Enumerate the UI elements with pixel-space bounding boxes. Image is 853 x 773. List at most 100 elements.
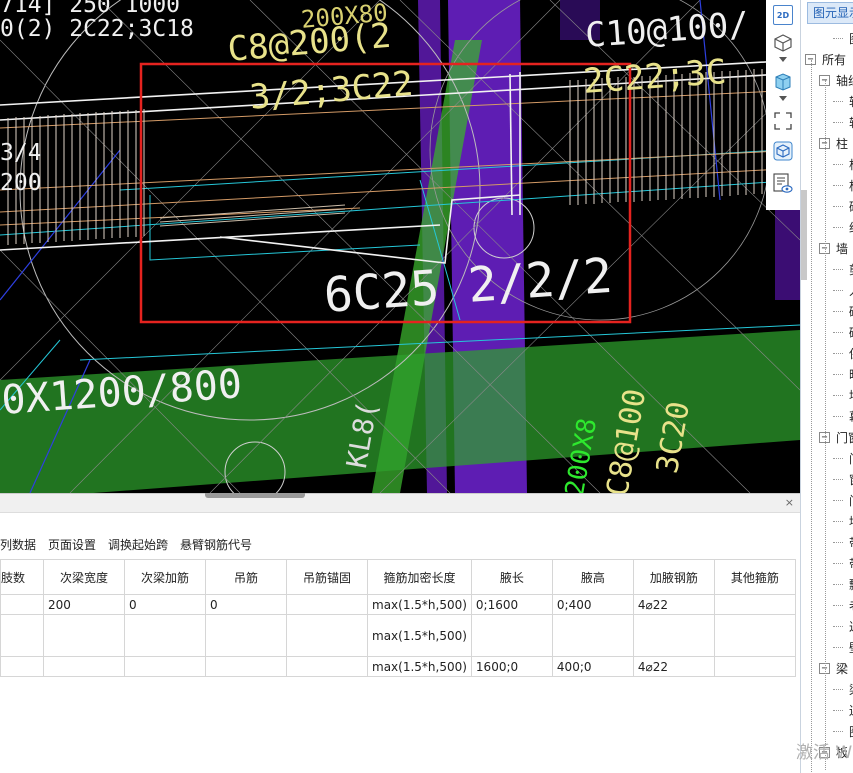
table-cell[interactable]: 200 (43, 594, 125, 615)
tree-leaf-node[interactable]: 约 (833, 217, 853, 238)
table-cell[interactable] (0, 656, 44, 677)
col-header: 腋长 (470, 559, 553, 595)
tree-leaf-node[interactable]: 砌 (833, 301, 853, 322)
table-cell[interactable] (205, 614, 287, 657)
table-cell[interactable]: 1600;0 (470, 656, 553, 677)
tree-guide-line (811, 60, 812, 773)
table-cell[interactable]: 400;0 (551, 656, 634, 677)
table-cell[interactable]: 4⌀22 (632, 594, 715, 615)
table-cell[interactable]: max(1.5*h,500) (367, 614, 472, 657)
table-cell[interactable] (286, 594, 368, 615)
tree-connector (833, 542, 843, 543)
table-cell[interactable]: 4⌀22 (632, 656, 715, 677)
tree-leaf-node[interactable]: 柱 (833, 154, 853, 175)
component-view-button[interactable] (772, 140, 794, 162)
table-cell[interactable] (551, 614, 634, 657)
tree-leaf-node[interactable]: 窗 (833, 469, 853, 490)
table-cell[interactable] (713, 656, 796, 677)
table-cell[interactable] (470, 614, 553, 657)
tree-leaf-node[interactable]: 墙 (833, 385, 853, 406)
2d-view-button[interactable]: 2D (772, 4, 794, 26)
2d-view-icon: 2D (773, 5, 793, 25)
tree-leaf-node[interactable]: 剪 (833, 259, 853, 280)
table-cell[interactable] (43, 656, 125, 677)
fullscreen-button[interactable] (772, 110, 794, 132)
tree-leaf-node[interactable]: 壁 (833, 637, 853, 658)
tree-leaf-node[interactable]: 墙 (833, 511, 853, 532)
table-cell[interactable] (286, 614, 368, 657)
table-cell[interactable] (713, 594, 796, 615)
tree-node-label: 带 (849, 555, 853, 572)
table-cell[interactable] (124, 614, 206, 657)
table-cell[interactable]: max(1.5*h,500) (367, 594, 472, 615)
table-cell[interactable] (286, 656, 368, 677)
cube-icon (775, 73, 791, 91)
span-data-button[interactable]: 跨列数据 (0, 536, 36, 553)
tree-leaf-node[interactable]: 轴 (833, 112, 853, 133)
tree-leaf-node[interactable]: 过 (833, 616, 853, 637)
tab-element-display[interactable]: 图元显示 (807, 2, 853, 24)
page-setup-button[interactable]: 页面设置 (48, 536, 96, 553)
tree-group-node[interactable]: − 墙 (819, 238, 848, 259)
tree-connector (833, 731, 843, 732)
cantilever-rebar-code-button[interactable]: 悬臂钢筋代号 (180, 536, 252, 553)
activation-watermark: 激活 W (796, 743, 853, 763)
table-cell[interactable] (124, 656, 206, 677)
display-settings-button[interactable] (772, 173, 794, 195)
tree-leaf-node[interactable]: 人 (833, 280, 853, 301)
tree-connector (833, 605, 843, 606)
close-icon[interactable]: × (785, 496, 794, 509)
col-header: 箍筋加密长度 (367, 559, 472, 595)
tree-connector (833, 416, 843, 417)
table-header-row: 肢数 次梁宽度 次梁加筋 吊筋 吊筋锚固 箍筋加密长度 腋长 腋高 加腋钢筋 其… (0, 559, 796, 595)
table-cell[interactable] (205, 656, 287, 677)
tree-node-label: 飘 (849, 576, 853, 593)
swap-start-span-button[interactable]: 调换起始跨 (108, 536, 168, 553)
rebar-table: 肢数 次梁宽度 次梁加筋 吊筋 吊筋锚固 箍筋加密长度 腋长 腋高 加腋钢筋 其… (0, 559, 796, 677)
tree-leaf-node[interactable]: 暗 (833, 364, 853, 385)
cube-view-dropdown[interactable] (772, 94, 794, 104)
tree-leaf-node[interactable]: 构 (833, 175, 853, 196)
tree-leaf-node[interactable]: 砼 (833, 196, 853, 217)
tree-connector (833, 584, 843, 585)
cube-view-button[interactable] (772, 70, 794, 92)
tree-leaf-node[interactable]: 图 (833, 28, 853, 49)
tree-node-label: 墙 (836, 242, 849, 256)
tree-node-label: 人 (849, 282, 853, 299)
tree-leaf-node[interactable]: 门 (833, 448, 853, 469)
col-header: 吊筋 (205, 559, 287, 595)
table-cell[interactable]: 0;1600 (470, 594, 553, 615)
tree-group-node[interactable]: − 柱 (819, 133, 848, 154)
tree-leaf-node[interactable]: 连 (833, 700, 853, 721)
tree-node-label: 砌 (849, 324, 853, 341)
table-cell[interactable] (0, 594, 44, 615)
tree-leaf-node[interactable]: 保 (833, 343, 853, 364)
table-cell[interactable] (43, 614, 125, 657)
tree-leaf-node[interactable]: 门 (833, 490, 853, 511)
table-cell[interactable]: max(1.5*h,500) (367, 656, 472, 677)
table-cell[interactable] (632, 614, 715, 657)
3d-view-dropdown[interactable] (772, 55, 794, 65)
tree-leaf-node[interactable]: 梁 (833, 679, 853, 700)
splitter-handle[interactable] (205, 493, 305, 498)
tree-leaf-node[interactable]: 老 (833, 595, 853, 616)
tree-node-label: 门窗 (836, 431, 853, 445)
tree-group-node[interactable]: − 梁 (819, 658, 848, 679)
col-header: 肢数 (0, 559, 44, 595)
table-cell[interactable] (0, 614, 44, 657)
table-cell[interactable] (713, 614, 796, 657)
tree-leaf-node[interactable]: 轴 (833, 91, 853, 112)
3d-view-button[interactable] (772, 32, 794, 54)
table-cell[interactable]: 0;400 (551, 594, 634, 615)
table-cell[interactable]: 0 (205, 594, 287, 615)
tree-node-label: 窗 (849, 471, 853, 488)
tree-leaf-node[interactable]: 带 (833, 532, 853, 553)
panel-scrollbar[interactable] (801, 190, 807, 280)
tree-leaf-node[interactable]: 砌 (833, 322, 853, 343)
3d-view-icon (774, 34, 792, 52)
tree-leaf-node[interactable]: 幕 (833, 406, 853, 427)
tree-leaf-node[interactable]: 飘 (833, 574, 853, 595)
tree-leaf-node[interactable]: 带 (833, 553, 853, 574)
cad-viewport[interactable]: 714] 250 1000 0(2) 2C22;3C18 C8@200(2 3/… (0, 0, 800, 493)
table-cell[interactable]: 0 (124, 594, 206, 615)
